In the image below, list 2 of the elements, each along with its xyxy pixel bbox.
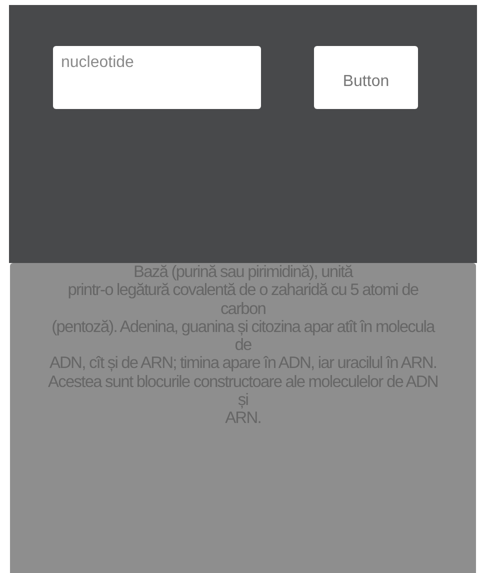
search-field[interactable]: nucleotide [53, 46, 261, 109]
action-button[interactable]: Button [314, 46, 418, 109]
